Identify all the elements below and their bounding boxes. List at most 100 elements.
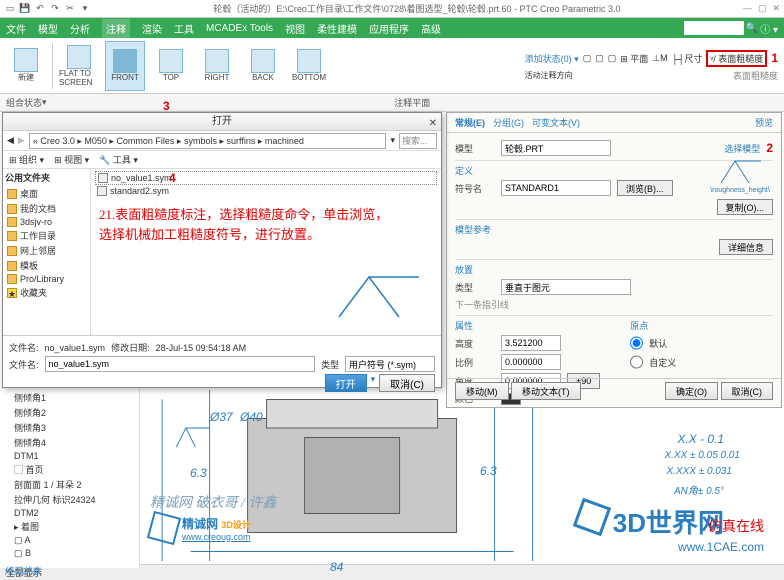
model-tree: 侧倾角1 侧倾角2 侧倾角3 侧倾角4 DTM1 ▢ 首页 剖面面 1 / 耳朵… [0,388,140,568]
folder-icon: ★ [7,288,17,298]
menu-file[interactable]: 文件 [6,21,26,36]
dialog-search[interactable]: 搜索... [399,133,437,149]
placetype-select[interactable] [501,279,631,295]
folder-item[interactable]: 网上邻居 [5,243,88,258]
back-icon[interactable]: ◀ [7,135,14,146]
options-link[interactable]: 选择模型 [724,142,760,155]
trim-state: 修剪状态: [4,564,135,577]
minimize-icon[interactable]: — [743,3,752,14]
qat-icon[interactable]: ▾ [79,3,91,15]
origin-default-radio[interactable] [630,335,643,351]
menu-tools[interactable]: 工具 [174,21,194,36]
rib-icon[interactable]: ▢ [583,53,592,64]
fwd-icon[interactable]: ▶ [18,135,25,146]
folder-item[interactable]: 我的文档 [5,201,88,216]
tree-item[interactable]: ▢ 首页 [4,462,135,477]
right-button[interactable]: RIGHT [197,41,237,91]
menu-apps[interactable]: 应用程序 [369,21,409,36]
plane-button[interactable]: ⊞ 平面 [620,52,648,65]
search-icon[interactable]: 🔍 [746,23,758,34]
views-button[interactable]: ⊞ 视图 ▾ [54,153,89,166]
top-button[interactable]: TOP [151,41,191,91]
dim-orient-icon[interactable]: ⊥M [652,53,667,64]
origin-custom-radio[interactable] [630,354,643,370]
tree-item[interactable]: 剖面面 1 / 耳朵 2 [4,477,135,492]
anno-plane-label: 注释平面 [47,96,778,109]
maximize-icon[interactable]: ▢ [758,3,767,14]
copy-button[interactable]: 复制(O)... [717,199,774,215]
folder-item[interactable]: 桌面 [5,186,88,201]
annot-status[interactable]: 添加状态(0) ▾ [525,52,579,65]
breadcrumb-path[interactable]: « Creo 3.0 ▸ M050 ▸ Common Files ▸ symbo… [29,133,387,149]
flat-button[interactable]: FLAT TO SCREEN [59,41,99,91]
back-button[interactable]: BACK [243,41,283,91]
bottom-button[interactable]: BOTTOM [289,41,329,91]
help-icon[interactable]: ⓘ ▾ [760,21,778,36]
front-button[interactable]: FRONT [105,41,145,91]
tree-item[interactable]: 侧倾角2 [4,405,135,420]
tab-vartext[interactable]: 可变文本(V) [532,116,580,129]
filename-input[interactable] [45,356,315,372]
qat-icon[interactable]: ✂ [64,3,76,15]
tree-item[interactable]: ▢ B [4,547,135,560]
next-leader[interactable]: 下一条指引线 [455,298,509,311]
open-button[interactable]: 打开 [325,374,367,392]
file-item[interactable]: standard2.sym [95,185,437,197]
qat-icon[interactable]: 💾 [19,3,31,15]
folder-item[interactable]: 工作目录 [5,228,88,243]
symname-input[interactable] [501,180,611,196]
close-icon[interactable]: ✕ [429,115,437,133]
dropdown-icon[interactable]: ▾ [390,135,395,146]
menu-annotate[interactable]: 注释 [102,19,130,38]
tree-item[interactable]: 侧倾角3 [4,420,135,435]
tree-item[interactable]: 拉伸几何 标识24324 [4,492,135,507]
details-button[interactable]: 详细信息 [719,239,773,255]
menu-model[interactable]: 模型 [38,21,58,36]
tools-button[interactable]: 🔧 工具 ▾ [99,153,138,166]
file-item[interactable]: no_value1.sym [95,171,437,185]
new-button[interactable]: 新建 [6,41,46,91]
menu-analysis[interactable]: 分析 [70,21,90,36]
tree-item[interactable]: DTM1 [4,450,135,462]
folder-icon [7,204,17,214]
rib-icon[interactable]: ▢ [608,53,617,64]
folder-item[interactable]: Pro/Library [5,273,88,285]
folder-item[interactable]: ★收藏夹 [5,285,88,300]
dim-button[interactable]: ├┤尺寸 [672,52,703,65]
tree-item[interactable]: DTM2 [4,507,135,519]
search-input[interactable] [684,21,744,35]
tab-group[interactable]: 分组(G) [493,116,524,129]
menu-advanced[interactable]: 高级 [421,21,441,36]
tol-value: AN角± 0.5° [674,482,724,497]
roughness-button[interactable]: ᵛ/ 表面粗糙度 [706,50,767,67]
menu-flex[interactable]: 柔性建模 [317,21,357,36]
group-state-label[interactable]: 组合状态 [6,96,42,109]
cancel-button[interactable]: 取消(C) [379,374,435,392]
qat-icon[interactable]: ↷ [49,3,61,15]
tab-general[interactable]: 常规(E) [455,116,485,129]
qat-icon[interactable]: ↶ [34,3,46,15]
height-input[interactable] [501,335,561,351]
tree-item[interactable]: ▸ 着图 [4,519,135,534]
tree-item[interactable]: 侧倾角4 [4,435,135,450]
rib-icon[interactable]: ▢ [595,53,604,64]
model-input[interactable] [501,140,611,156]
browse-button[interactable]: 浏览(B)... [617,180,673,196]
ok-button[interactable]: 确定(O) [665,382,718,400]
menu-view[interactable]: 视图 [285,21,305,36]
menu-render[interactable]: 渲染 [142,21,162,36]
move-button[interactable]: 移动(M) [455,382,509,400]
cube-icon [573,498,611,536]
menu-mcadex[interactable]: MCADEx Tools [206,23,273,34]
folder-item[interactable]: 模板 [5,258,88,273]
type-select[interactable] [345,356,435,372]
organize-button[interactable]: ⊞ 组织 ▾ [9,153,44,166]
panel-cancel-button[interactable]: 取消(C) [721,382,774,400]
tree-item[interactable]: ▢ A [4,534,135,547]
close-icon[interactable]: ✕ [772,3,780,14]
qat-icon[interactable]: ▭ [4,3,16,15]
ratio-input[interactable] [501,354,561,370]
active-annot-icon[interactable]: 活动注释方向 [525,70,573,81]
folder-item[interactable]: 3dsjv-ro [5,216,88,228]
movetext-button[interactable]: 移动文本(T) [511,382,581,400]
